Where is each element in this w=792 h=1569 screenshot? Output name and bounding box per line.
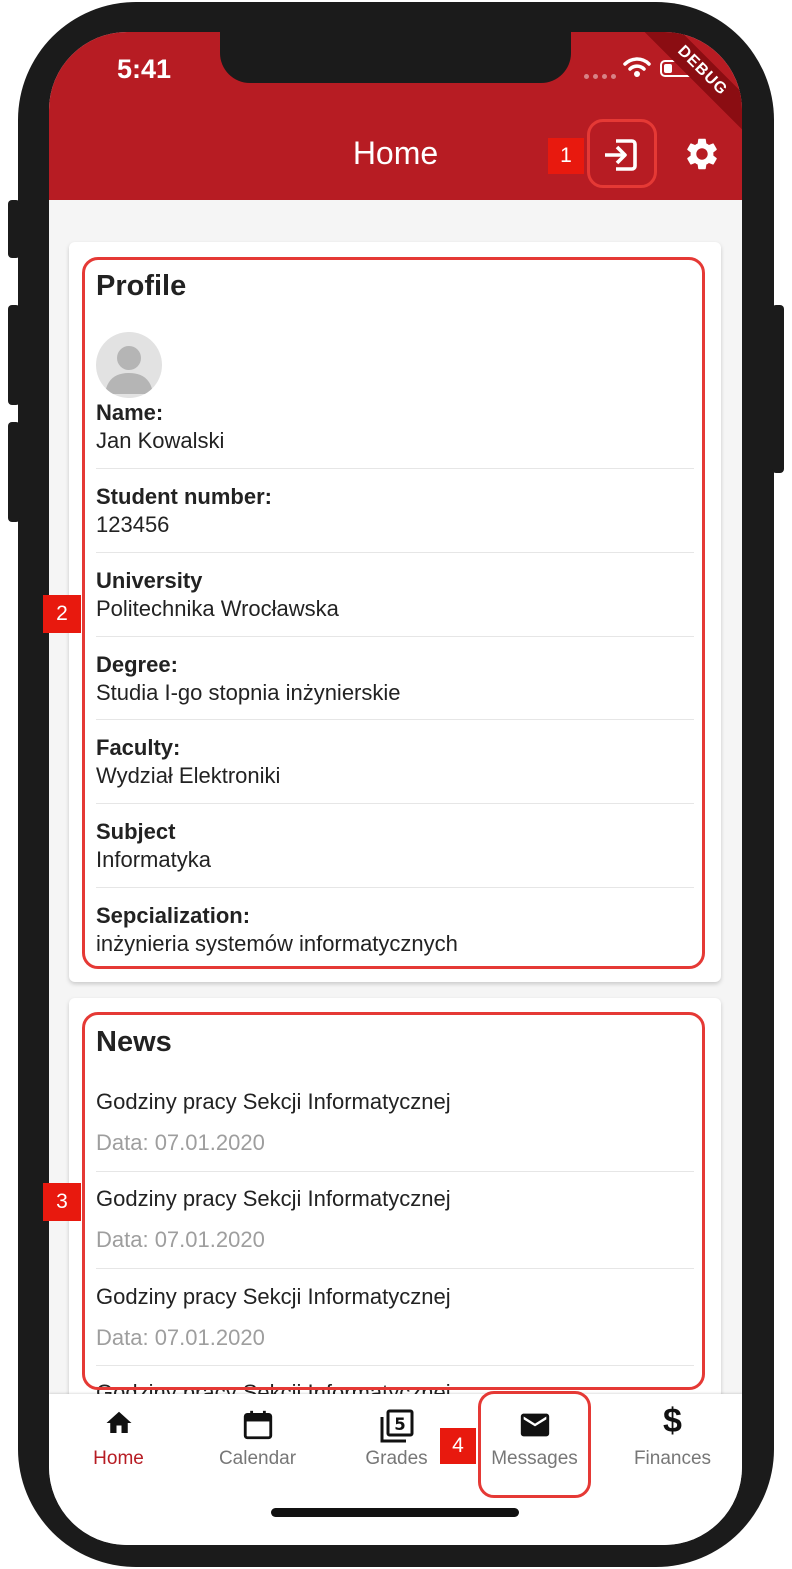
nav-label: Finances: [633, 1448, 712, 1469]
volume-down-button: [8, 422, 20, 522]
nav-home[interactable]: Home: [49, 1394, 188, 1494]
silent-switch: [8, 200, 20, 258]
highlight-news: [82, 1012, 705, 1390]
calendar-icon: [243, 1410, 272, 1440]
home-indicator: [271, 1508, 519, 1517]
notch: [220, 32, 571, 83]
marker-2: 2: [43, 595, 81, 633]
marker-4: 4: [440, 1428, 476, 1464]
highlight-messages: [478, 1391, 591, 1498]
bottom-nav: Home Calendar 5 Grades Messages $ Financ…: [49, 1394, 742, 1545]
gear-icon[interactable]: [683, 135, 721, 173]
marker-3: 3: [43, 1183, 81, 1221]
highlight-profile: [82, 257, 705, 969]
power-button: [772, 305, 784, 473]
debug-label: DEBUG: [636, 32, 742, 137]
volume-up-button: [8, 305, 20, 405]
svg-text:5: 5: [394, 1415, 405, 1434]
highlight-login: [587, 119, 657, 188]
home-icon: [106, 1411, 131, 1433]
status-time: 5:41: [117, 54, 172, 84]
grades-icon: 5: [380, 1409, 413, 1443]
nav-calendar[interactable]: Calendar: [188, 1394, 327, 1494]
dollar-icon: $: [663, 1402, 682, 1440]
nav-label: Calendar: [218, 1448, 297, 1469]
marker-1: 1: [548, 138, 584, 174]
nav-finances[interactable]: $ Finances: [603, 1394, 742, 1494]
nav-label: Home: [93, 1448, 144, 1469]
